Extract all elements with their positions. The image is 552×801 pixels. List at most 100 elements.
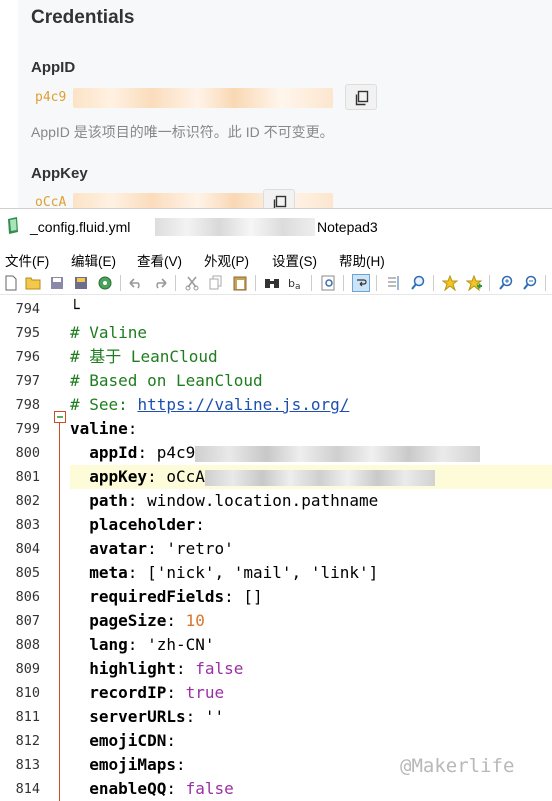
goto-icon[interactable] xyxy=(319,274,337,292)
editor-area[interactable]: 794 └ 795 # Valine 796 # 基于 LeanCloud 797 # Bas… xyxy=(0,297,552,801)
line-number: 803 xyxy=(15,517,40,533)
line-number: 801 xyxy=(15,469,40,485)
cut-icon[interactable] xyxy=(183,274,201,292)
code-line[interactable]: 806 requiredFields: [] xyxy=(0,585,552,609)
menu-help[interactable]: 帮助(H) xyxy=(339,250,385,270)
long-line-marker-icon[interactable] xyxy=(385,274,403,292)
code-line[interactable]: 801 appKey: oCcA xyxy=(0,465,552,489)
save-as-icon[interactable] xyxy=(72,274,90,292)
code-line[interactable]: 804 avatar: 'retro' xyxy=(0,537,552,561)
undo-icon[interactable] xyxy=(127,274,145,292)
window-title-app: Notepad3 xyxy=(317,219,378,235)
appid-label: AppID xyxy=(31,59,76,76)
code-line[interactable]: 796 # 基于 LeanCloud xyxy=(0,345,552,369)
code-line[interactable]: 808 lang: 'zh-CN' xyxy=(0,633,552,657)
favorites-icon[interactable] xyxy=(441,274,459,292)
token-url[interactable]: https://valine.js.org/ xyxy=(137,395,349,414)
paste-icon[interactable] xyxy=(231,274,249,292)
line-number: 810 xyxy=(15,685,40,701)
code-line[interactable]: 807 pageSize: 10 xyxy=(0,609,552,633)
line-text: placeholder: xyxy=(70,513,205,537)
menu-appearance[interactable]: 外观(P) xyxy=(204,250,249,270)
token-bool: true xyxy=(185,683,225,702)
line-number: 799 xyxy=(15,421,40,437)
menu-file[interactable]: 文件(F) xyxy=(5,250,49,270)
code-line[interactable]: 795 # Valine xyxy=(0,321,552,345)
word-wrap-icon[interactable] xyxy=(352,274,370,292)
code-line[interactable]: 810 recordIP: true xyxy=(0,681,552,705)
browse-icon[interactable] xyxy=(96,274,114,292)
code-line[interactable]: 800 appId: p4c9 xyxy=(0,441,552,465)
zoom-search-icon[interactable] xyxy=(409,274,427,292)
menu-view[interactable]: 查看(V) xyxy=(137,250,182,270)
code-line[interactable]: 794 └ xyxy=(0,297,552,321)
title-bar[interactable]: _config.fluid.yml Notepad3 xyxy=(0,209,552,245)
token-bool: false xyxy=(195,659,244,678)
copy-icon xyxy=(355,90,369,106)
token-punc: : xyxy=(127,419,138,438)
window-title: _config.fluid.yml xyxy=(30,219,131,235)
line-text: highlight: false xyxy=(70,657,243,681)
line-number: 806 xyxy=(15,589,40,605)
token-key: emojiMaps xyxy=(70,755,176,774)
code-line[interactable]: 805 meta: ['nick', 'mail', 'link'] xyxy=(0,561,552,585)
line-text: meta: ['nick', 'mail', 'link'] xyxy=(70,561,378,585)
toolbar-separator xyxy=(376,275,377,291)
code-line[interactable]: 814 enableQQ: false xyxy=(0,777,552,801)
token-punc: └ xyxy=(70,299,80,318)
notepad3-window: _config.fluid.yml Notepad3 文件(F) 编辑(E) 查… xyxy=(0,208,552,801)
code-line[interactable]: 811 serverURLs: '' xyxy=(0,705,552,729)
zoom-out-icon[interactable] xyxy=(521,274,539,292)
token-key: meta xyxy=(70,563,128,582)
token-key: appKey xyxy=(70,467,148,486)
token-comment: # 基于 LeanCloud xyxy=(70,347,218,366)
line-number: 795 xyxy=(15,325,40,341)
redacted-secret xyxy=(204,469,435,486)
menu-settings[interactable]: 设置(S) xyxy=(272,250,317,270)
zoom-in-icon[interactable] xyxy=(497,274,515,292)
redacted-secret xyxy=(195,445,481,462)
svg-text:b: b xyxy=(288,277,295,290)
page-left-margin xyxy=(0,0,18,215)
code-line[interactable]: 802 path: window.location.pathname xyxy=(0,489,552,513)
token-comment: # See: xyxy=(70,395,138,414)
line-text: lang: 'zh-CN' xyxy=(70,633,214,657)
toolbar: ba xyxy=(0,271,552,295)
code-line[interactable]: 799 valine: xyxy=(0,417,552,441)
line-text: # Based on LeanCloud xyxy=(70,369,263,393)
token-punc: : xyxy=(166,779,186,798)
toolbar-separator xyxy=(433,275,434,291)
credentials-heading: Credentials xyxy=(31,7,135,28)
notepad3-app-icon xyxy=(8,217,18,234)
copy-icon[interactable] xyxy=(207,274,225,292)
add-favorite-icon[interactable] xyxy=(465,274,483,292)
line-number: 796 xyxy=(15,349,40,365)
line-text: path: window.location.pathname xyxy=(70,489,378,513)
appid-value-field[interactable]: p4c9 xyxy=(31,85,341,111)
code-line[interactable]: 803 placeholder: xyxy=(0,513,552,537)
replace-icon[interactable]: ba xyxy=(287,274,305,292)
toolbar-separator xyxy=(489,275,490,291)
token-comment: # Based on LeanCloud xyxy=(70,371,263,390)
open-folder-icon[interactable] xyxy=(24,274,42,292)
token-str: : p4c9 xyxy=(137,443,196,462)
code-line[interactable]: 809 highlight: false xyxy=(0,657,552,681)
line-number: 807 xyxy=(15,613,40,629)
line-text: # See: https://valine.js.org/ xyxy=(70,393,349,417)
copy-appid-button[interactable] xyxy=(345,84,377,110)
code-line[interactable]: 797 # Based on LeanCloud xyxy=(0,369,552,393)
toolbar-separator xyxy=(311,275,312,291)
menu-edit[interactable]: 编辑(E) xyxy=(71,250,116,270)
line-text: serverURLs: '' xyxy=(70,705,224,729)
redo-icon[interactable] xyxy=(151,274,169,292)
code-line[interactable]: 798 # See: https://valine.js.org/ xyxy=(0,393,552,417)
code-line[interactable]: 812 emojiCDN: xyxy=(0,729,552,753)
find-icon[interactable] xyxy=(263,274,281,292)
token-key: emojiCDN xyxy=(70,731,167,750)
token-key: enableQQ xyxy=(70,779,167,798)
token-key: serverURLs xyxy=(70,707,186,726)
appkey-label: AppKey xyxy=(31,165,88,182)
token-str: : [] xyxy=(224,587,263,606)
new-file-icon[interactable] xyxy=(2,274,20,292)
save-icon[interactable] xyxy=(48,274,66,292)
